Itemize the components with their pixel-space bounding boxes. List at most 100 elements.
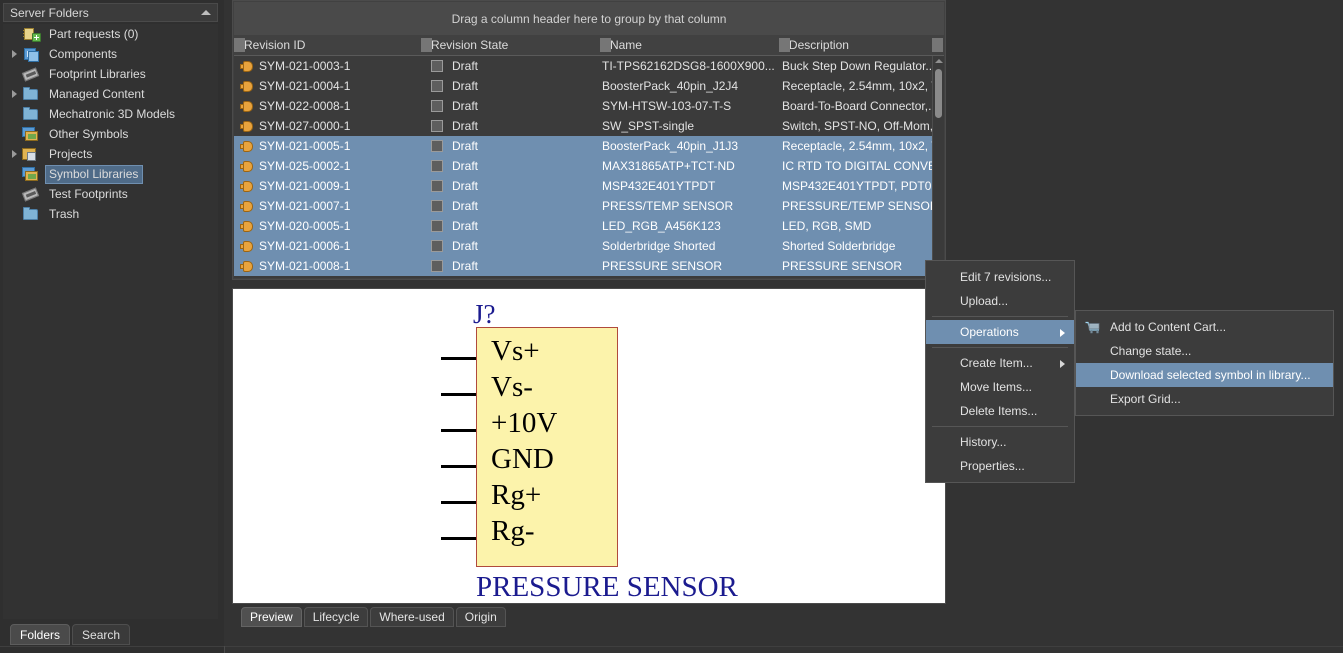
- group-by-drop-area[interactable]: Drag a column header here to group by th…: [234, 2, 944, 36]
- submenu-arrow-icon: [1060, 329, 1065, 337]
- symbol-pin-line: [441, 393, 476, 396]
- revision-state-text: Draft: [452, 159, 479, 173]
- menu-item-label: Operations: [960, 325, 1019, 339]
- table-row[interactable]: SYM-021-0009-1 Draft MSP432E401YTPDT MSP432…: [234, 176, 936, 196]
- preview-tab-origin[interactable]: Origin: [455, 607, 506, 627]
- state-checkbox[interactable]: [431, 200, 443, 212]
- state-checkbox[interactable]: [431, 140, 443, 152]
- column-divider[interactable]: [599, 38, 611, 52]
- cell-revision-state: Draft: [422, 156, 602, 176]
- menu-item-properties[interactable]: Properties...: [926, 454, 1074, 478]
- symbol-pin-line: [441, 501, 476, 504]
- expand-arrow-icon[interactable]: [7, 90, 21, 98]
- sidebar-item-test-footprints[interactable]: Test Footprints: [3, 184, 218, 204]
- state-checkbox[interactable]: [431, 240, 443, 252]
- cell-description: PRESSURE/TEMP SENSOR: [782, 199, 936, 213]
- cell-revision-id: SYM-022-0008-1: [234, 96, 422, 116]
- cell-revision-state: Draft: [422, 236, 602, 256]
- cell-name: Solderbridge Shorted: [602, 239, 716, 253]
- symbol-pin-line: [441, 465, 476, 468]
- menu-item-label: Create Item...: [960, 356, 1033, 370]
- sidebar-item-projects[interactable]: Projects: [3, 144, 218, 164]
- revision-state-text: Draft: [452, 99, 479, 113]
- menu-item-create-item[interactable]: Create Item...: [926, 351, 1074, 375]
- revision-state-text: Draft: [452, 259, 479, 273]
- submenu-item-add-to-content-cart[interactable]: Add to Content Cart...: [1076, 315, 1333, 339]
- table-row[interactable]: SYM-021-0008-1 Draft PRESSURE SENSOR PRESSU…: [234, 256, 936, 276]
- column-header-revision-id[interactable]: Revision ID: [234, 35, 421, 55]
- state-checkbox[interactable]: [431, 260, 443, 272]
- symbol-preview-panel: J? Vs+ Vs- +10V GND Rg+ Rg- PRESSURE SENSOR: [232, 288, 946, 604]
- symbol-icon: [21, 166, 41, 182]
- scroll-up-icon[interactable]: [935, 59, 943, 63]
- column-header-name[interactable]: Name: [599, 35, 779, 55]
- menu-item-move-items[interactable]: Move Items...: [926, 375, 1074, 399]
- column-divider[interactable]: [420, 38, 432, 52]
- sidebar-tab-folders[interactable]: Folders: [10, 624, 71, 645]
- state-checkbox[interactable]: [431, 120, 443, 132]
- submenu-item-change-state[interactable]: Change state...: [1076, 339, 1333, 363]
- symbol-icon: [21, 126, 41, 142]
- cell-revision-state: Draft: [422, 116, 602, 136]
- sidebar-item-mechatronic-3d-models[interactable]: Mechatronic 3D Models: [3, 104, 218, 124]
- sidebar-item-part-requests-0[interactable]: Part requests (0): [3, 24, 218, 44]
- sidebar-tab-search[interactable]: Search: [72, 624, 131, 645]
- revision-id-text: SYM-022-0008-1: [259, 99, 351, 113]
- table-row[interactable]: SYM-025-0002-1 Draft MAX31865ATP+TCT-ND IC …: [234, 156, 936, 176]
- symbol-pin-label: Vs-: [491, 371, 533, 403]
- column-header-revision-state[interactable]: Revision State: [420, 35, 600, 55]
- column-divider[interactable]: [778, 38, 790, 52]
- expand-arrow-icon[interactable]: [7, 150, 21, 158]
- state-checkbox[interactable]: [431, 160, 443, 172]
- sidebar-item-trash[interactable]: Trash: [3, 204, 218, 224]
- sidebar-item-other-symbols[interactable]: Other Symbols: [3, 124, 218, 144]
- revision-id-text: SYM-021-0009-1: [259, 179, 351, 193]
- table-row[interactable]: SYM-021-0007-1 Draft PRESS/TEMP SENSOR PRES…: [234, 196, 936, 216]
- submenu-item-export-grid[interactable]: Export Grid...: [1076, 387, 1333, 411]
- cell-revision-id: SYM-021-0007-1: [234, 196, 422, 216]
- preview-tab-preview[interactable]: Preview: [241, 607, 302, 627]
- sidebar-item-footprint-libraries[interactable]: Footprint Libraries: [3, 64, 218, 84]
- table-row[interactable]: SYM-021-0005-1 Draft BoosterPack_40pin_J1J…: [234, 136, 936, 156]
- menu-item-delete-items[interactable]: Delete Items...: [926, 399, 1074, 423]
- sidebar-item-symbol-libraries[interactable]: Symbol Libraries: [3, 164, 218, 184]
- scrollbar-thumb[interactable]: [935, 69, 942, 118]
- preview-tab-where-used[interactable]: Where-used: [370, 607, 454, 627]
- grid-vertical-scrollbar[interactable]: [932, 56, 944, 278]
- table-row[interactable]: SYM-022-0008-1 Draft SYM-HTSW-103-07-T-S Bo…: [234, 96, 936, 116]
- footprint-icon: [21, 186, 41, 202]
- chevron-up-icon[interactable]: [201, 10, 211, 15]
- state-checkbox[interactable]: [431, 220, 443, 232]
- menu-item-operations[interactable]: Operations: [926, 320, 1074, 344]
- cell-name: PRESSURE SENSOR: [602, 259, 723, 273]
- menu-item-upload[interactable]: Upload...: [926, 289, 1074, 313]
- state-checkbox[interactable]: [431, 180, 443, 192]
- menu-item-edit-7-revisions[interactable]: Edit 7 revisions...: [926, 265, 1074, 289]
- submenu-item-download-selected-symbol-in-library[interactable]: Download selected symbol in library...: [1076, 363, 1333, 387]
- table-row[interactable]: SYM-027-0000-1 Draft SW_SPST-single Switch,…: [234, 116, 936, 136]
- revision-state-text: Draft: [452, 139, 479, 153]
- sidebar-item-components[interactable]: Components: [3, 44, 218, 64]
- sidebar-item-managed-content[interactable]: Managed Content: [3, 84, 218, 104]
- submenu-item-label: Add to Content Cart...: [1110, 320, 1227, 334]
- menu-item-history[interactable]: History...: [926, 430, 1074, 454]
- bottom-divider: [0, 646, 1343, 647]
- state-checkbox[interactable]: [431, 60, 443, 72]
- expand-arrow-icon[interactable]: [7, 50, 21, 58]
- table-row[interactable]: SYM-021-0003-1 Draft TI-TPS62162DSG8-1600X…: [234, 56, 936, 76]
- cell-description: MSP432E401YTPDT, PDT012...: [782, 179, 936, 193]
- state-checkbox[interactable]: [431, 80, 443, 92]
- state-checkbox[interactable]: [431, 100, 443, 112]
- table-row[interactable]: SYM-021-0006-1 Draft Solderbridge Shorted S…: [234, 236, 936, 256]
- column-divider[interactable]: [932, 38, 944, 52]
- table-row[interactable]: SYM-021-0004-1 Draft BoosterPack_40pin_J2J…: [234, 76, 936, 96]
- cell-revision-id: SYM-021-0003-1: [234, 56, 422, 76]
- menu-item-label: Edit 7 revisions...: [960, 270, 1052, 284]
- grid-column-header: Revision ID Revision State Name Description: [234, 35, 944, 56]
- folder-icon: [21, 106, 41, 122]
- column-header-description[interactable]: Description: [778, 35, 932, 55]
- preview-tab-lifecycle[interactable]: Lifecycle: [303, 607, 369, 627]
- connector-icon: [240, 120, 253, 132]
- column-divider[interactable]: [234, 38, 245, 52]
- table-row[interactable]: SYM-020-0005-1 Draft LED_RGB_A456K123 LED, …: [234, 216, 936, 236]
